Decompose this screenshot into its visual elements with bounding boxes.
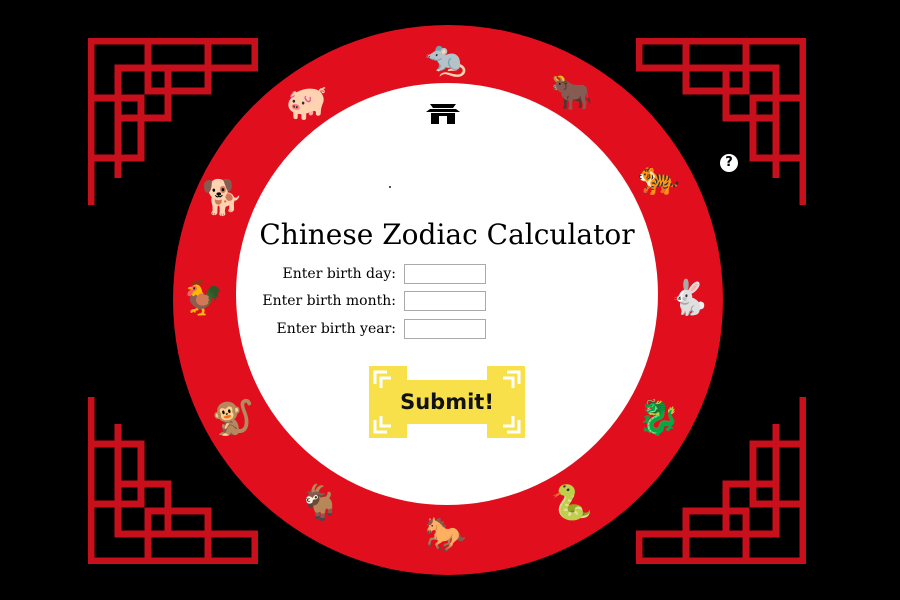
submit-button-label: Submit!	[400, 390, 494, 414]
birth-day-input[interactable]	[404, 264, 486, 284]
birth-day-label: Enter birth day:	[282, 266, 396, 282]
goat-icon: 🐐	[298, 483, 342, 523]
rooster-icon: 🐓	[181, 278, 225, 318]
dragon-icon: 🐉	[637, 398, 681, 438]
horse-icon: 🐎	[424, 515, 468, 555]
temple-icon	[426, 104, 460, 124]
birth-month-input[interactable]	[404, 291, 486, 311]
monkey-icon: 🐒	[211, 398, 255, 438]
submit-button[interactable]: Submit!	[369, 366, 525, 438]
snake-icon: 🐍	[550, 483, 594, 523]
birth-day-row: Enter birth day:	[236, 264, 658, 286]
birth-year-input[interactable]	[404, 319, 486, 339]
birth-year-label: Enter birth year:	[276, 321, 396, 337]
birth-year-row: Enter birth year:	[236, 319, 658, 341]
dog-icon: 🐕	[201, 178, 245, 218]
rabbit-icon: 🐇	[667, 278, 711, 318]
page-title: Chinese Zodiac Calculator	[259, 218, 635, 251]
decorative-dot	[389, 186, 391, 188]
birth-month-row: Enter birth month:	[236, 291, 658, 313]
tiger-icon: 🐅	[637, 158, 681, 198]
birth-month-label: Enter birth month:	[262, 293, 396, 309]
rat-icon: 🐀	[424, 39, 468, 79]
pig-icon: 🐖	[285, 83, 329, 123]
ox-icon: 🐂	[550, 73, 594, 113]
question-mark-icon[interactable]: ?	[720, 154, 738, 172]
